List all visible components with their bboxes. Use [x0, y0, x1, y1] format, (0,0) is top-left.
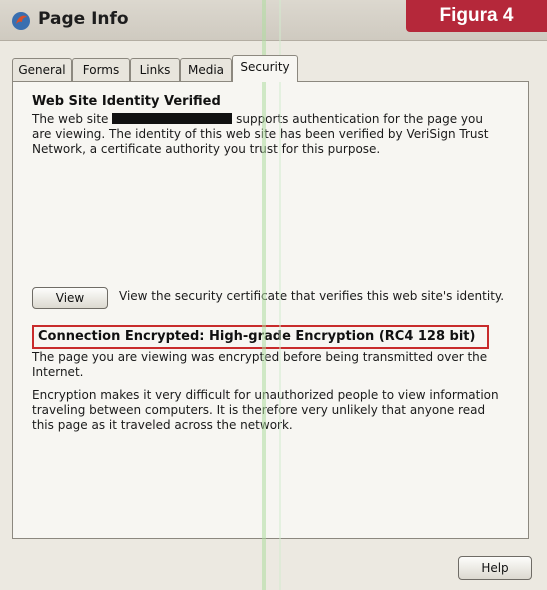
tab-security[interactable]: Security — [232, 55, 298, 82]
identity-heading: Web Site Identity Verified — [32, 94, 221, 109]
security-panel: Web Site Identity Verified The web site … — [12, 81, 529, 539]
scan-artifact-stripe-2 — [279, 0, 281, 590]
tab-links[interactable]: Links — [130, 58, 180, 81]
window-title: Page Info — [38, 9, 129, 29]
tab-forms[interactable]: Forms — [72, 58, 130, 81]
view-button[interactable]: View — [32, 287, 108, 309]
title-bar: Page Info Figura 4 — [0, 0, 547, 41]
tab-general[interactable]: General — [12, 58, 72, 81]
mozilla-logo-icon — [12, 12, 30, 30]
view-description: View the security certificate that verif… — [119, 289, 505, 303]
tab-media[interactable]: Media — [180, 58, 232, 81]
encryption-highlight: Connection Encrypted: High-grade Encrypt… — [32, 325, 489, 349]
encryption-heading: Connection Encrypted: High-grade Encrypt… — [38, 329, 476, 344]
page-info-window: Page Info Figura 4 General Forms Links M… — [0, 0, 547, 590]
redacted-site-name — [112, 113, 233, 124]
figure-label: Figura 4 — [406, 0, 547, 32]
help-button[interactable]: Help — [458, 556, 532, 580]
scan-artifact-stripe — [262, 0, 266, 590]
